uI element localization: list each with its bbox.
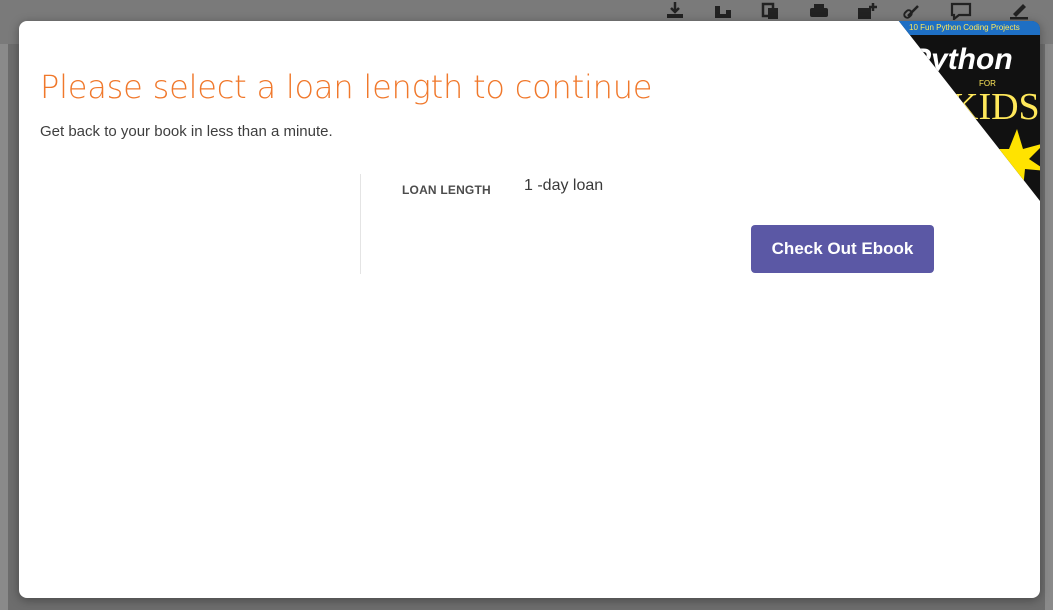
vertical-divider bbox=[360, 174, 361, 274]
loan-length-label: LOAN LENGTH bbox=[402, 183, 491, 197]
copy-icon[interactable] bbox=[760, 2, 782, 20]
background-page-edge-left bbox=[0, 44, 8, 610]
print-icon[interactable] bbox=[808, 2, 830, 20]
loan-length-value[interactable]: 1 -day loan bbox=[524, 176, 603, 196]
book-cover-kids: KIDS bbox=[951, 86, 1040, 128]
add-note-icon[interactable] bbox=[856, 2, 878, 20]
highlight-icon[interactable] bbox=[1008, 2, 1030, 20]
download-icon[interactable] bbox=[664, 2, 686, 20]
book-cover-thumbnail: 10 Fun Python Coding Projects Python FOR… bbox=[898, 21, 1040, 201]
book-cover-band-text: 10 Fun Python Coding Projects bbox=[909, 23, 1020, 32]
check-out-ebook-button[interactable]: Check Out Ebook bbox=[751, 225, 934, 273]
import-icon[interactable] bbox=[712, 2, 734, 20]
modal-title: Please select a loan length to continue bbox=[40, 68, 653, 106]
starburst-icon bbox=[987, 129, 1040, 189]
link-icon[interactable] bbox=[902, 2, 924, 20]
background-page-edge-right bbox=[1045, 44, 1053, 610]
modal-subtitle: Get back to your book in less than a min… bbox=[40, 123, 333, 140]
book-cover-title: Python bbox=[911, 43, 1013, 76]
comment-icon[interactable] bbox=[950, 2, 972, 20]
loan-modal: 10 Fun Python Coding Projects Python FOR… bbox=[19, 21, 1040, 598]
